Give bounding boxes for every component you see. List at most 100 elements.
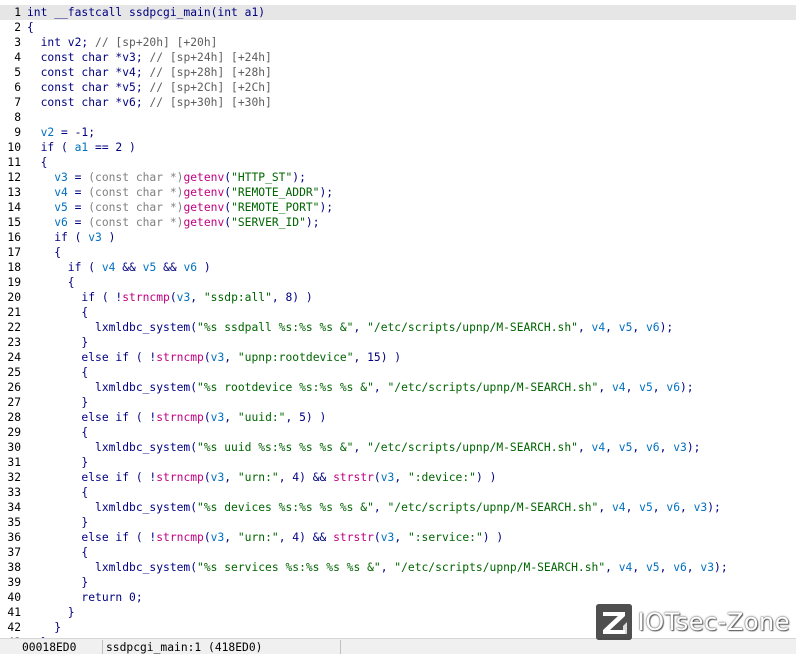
code-token: v2	[27, 126, 55, 139]
code-line[interactable]: 11 {	[0, 155, 796, 170]
code-token: "%s ssdpall %s:%s %s &"	[197, 321, 354, 334]
code-line[interactable]: 24 else if ( !strncmp(v3, "upnp:rootdevi…	[0, 350, 796, 365]
code-token: v6	[27, 216, 68, 229]
code-line[interactable]: 35 }	[0, 515, 796, 530]
code-token: ,	[353, 441, 368, 454]
code-line[interactable]: 37 {	[0, 545, 796, 560]
code-token: else if ( !	[27, 351, 157, 364]
code-token: lxmldbc_system	[27, 321, 191, 334]
code-token: ,	[394, 531, 408, 544]
code-line[interactable]: 1 int __fastcall ssdpcgi_main(int a1)	[0, 5, 796, 20]
code-token: v3	[210, 411, 225, 424]
code-line[interactable]: 18 if ( v4 && v5 && v6 )	[0, 260, 796, 275]
code-line[interactable]: 7 const char *v6; // [sp+30h] [+30h]	[0, 95, 796, 110]
code-text: v4 = (const char *)getenv("REMOTE_ADDR")…	[27, 185, 333, 200]
code-line[interactable]: 26 lxmldbc_system("%s rootdevice %s:%s %…	[0, 380, 796, 395]
line-number: 40	[7, 591, 21, 604]
code-line[interactable]: 3 int v2; // [sp+20h] [+20h]	[0, 35, 796, 50]
code-line[interactable]: 21 {	[0, 305, 796, 320]
line-number: 2	[14, 21, 21, 34]
code-token: (	[373, 471, 381, 484]
code-text: lxmldbc_system("%s devices %s:%s %s %s &…	[27, 500, 721, 515]
code-line[interactable]: 28 else if ( !strncmp(v3, "uuid:", 5) )	[0, 410, 796, 425]
code-text: v6 = (const char *)getenv("SERVER_ID");	[27, 215, 320, 230]
code-line[interactable]: 23 }	[0, 335, 796, 350]
code-token: // [sp+2Ch] [+2Ch]	[149, 81, 272, 94]
code-token: = -1;	[54, 126, 96, 139]
code-line[interactable]: 5 const char *v4; // [sp+28h] [+28h]	[0, 65, 796, 80]
code-line[interactable]: 36 else if ( !strncmp(v3, "urn:", 4) && …	[0, 530, 796, 545]
code-text: {	[27, 305, 88, 320]
line-number: 13	[7, 186, 21, 199]
code-token: v4	[101, 261, 116, 274]
line-number: 18	[7, 261, 21, 274]
code-line[interactable]: 25 {	[0, 365, 796, 380]
code-token: ,	[605, 561, 619, 574]
line-number: 16	[7, 231, 21, 244]
code-token: v5	[645, 561, 660, 574]
code-line[interactable]: 2{	[0, 20, 796, 35]
code-token: else if ( !	[27, 411, 157, 424]
code-text: else if ( !strncmp(v3, "upnp:rootdevice"…	[27, 350, 401, 365]
code-line[interactable]: 33 {	[0, 485, 796, 500]
code-token: ,	[598, 501, 612, 514]
code-line[interactable]: 15 v6 = (const char *)getenv("SERVER_ID"…	[0, 215, 796, 230]
code-line[interactable]: 8	[0, 110, 796, 125]
line-number: 30	[7, 441, 21, 454]
code-token: {	[27, 306, 89, 319]
code-token: ,	[659, 441, 674, 454]
code-token: "upnp:rootdevice"	[237, 351, 354, 364]
code-token: "uuid:"	[237, 411, 286, 424]
code-line[interactable]: 22 lxmldbc_system("%s ssdpall %s:%s %s &…	[0, 320, 796, 335]
code-token: ,	[224, 351, 238, 364]
code-line[interactable]: 14 v5 = (const char *)getenv("REMOTE_POR…	[0, 200, 796, 215]
code-line[interactable]: 34 lxmldbc_system("%s devices %s:%s %s %…	[0, 500, 796, 515]
line-number: 41	[7, 606, 21, 619]
code-token: v5	[639, 381, 653, 394]
code-line[interactable]: 12 v3 = (const char *)getenv("HTTP_ST");	[0, 170, 796, 185]
code-token: strncmp	[156, 411, 204, 424]
code-line[interactable]: 27 }	[0, 395, 796, 410]
code-token: strncmp	[156, 531, 204, 544]
code-line[interactable]: 20 if ( !strncmp(v3, "ssdp:all", 8) )	[0, 290, 796, 305]
code-line[interactable]: 6 const char *v5; // [sp+2Ch] [+2Ch]	[0, 80, 796, 95]
line-number: 6	[14, 81, 21, 94]
code-line[interactable]: 38 lxmldbc_system("%s services %s:%s %s …	[0, 560, 796, 575]
code-line[interactable]: 10 if ( a1 == 2 )	[0, 140, 796, 155]
code-token: "urn:"	[237, 471, 279, 484]
pseudocode-view[interactable]: 1 int __fastcall ssdpcgi_main(int a1) 2{3 …	[0, 0, 796, 638]
code-token: );	[305, 216, 320, 229]
code-token: "%s devices %s:%s %s %s &"	[197, 501, 374, 514]
code-token: v6	[666, 381, 680, 394]
code-line[interactable]: 19 {	[0, 275, 796, 290]
code-line[interactable]: 31 }	[0, 455, 796, 470]
code-line[interactable]: 32 else if ( !strncmp(v3, "urn:", 4) && …	[0, 470, 796, 485]
line-number: 24	[7, 351, 21, 364]
code-line[interactable]: 17 {	[0, 245, 796, 260]
code-line[interactable]: 9 v2 = -1;	[0, 125, 796, 140]
code-token: // [sp+20h] [+20h]	[95, 36, 218, 49]
code-token: =	[67, 216, 89, 229]
code-token: strncmp	[122, 291, 170, 304]
code-token: ,	[353, 321, 368, 334]
code-line[interactable]: 30 lxmldbc_system("%s uuid %s:%s %s %s &…	[0, 440, 796, 455]
code-token: }	[27, 336, 89, 349]
code-text: }	[27, 395, 88, 410]
code-token: getenv	[183, 186, 225, 199]
status-location: ssdpcgi_main:1 (418ED0)	[106, 641, 263, 654]
code-line[interactable]: 29 {	[0, 425, 796, 440]
code-line[interactable]: 13 v4 = (const char *)getenv("REMOTE_ADD…	[0, 185, 796, 200]
code-token: v3	[27, 171, 68, 184]
code-line[interactable]: 4 const char *v3; // [sp+24h] [+24h]	[0, 50, 796, 65]
code-token: a1	[74, 141, 89, 154]
code-token: =	[67, 186, 89, 199]
code-token: (const char *)	[88, 186, 184, 199]
code-token: (	[373, 531, 381, 544]
code-line[interactable]: 39 }	[0, 575, 796, 590]
code-token: ,	[373, 381, 388, 394]
code-token: }	[27, 621, 62, 634]
line-number: 29	[7, 426, 21, 439]
line-number: 1	[14, 6, 21, 19]
code-token: );	[707, 501, 721, 514]
code-line[interactable]: 16 if ( v3 )	[0, 230, 796, 245]
